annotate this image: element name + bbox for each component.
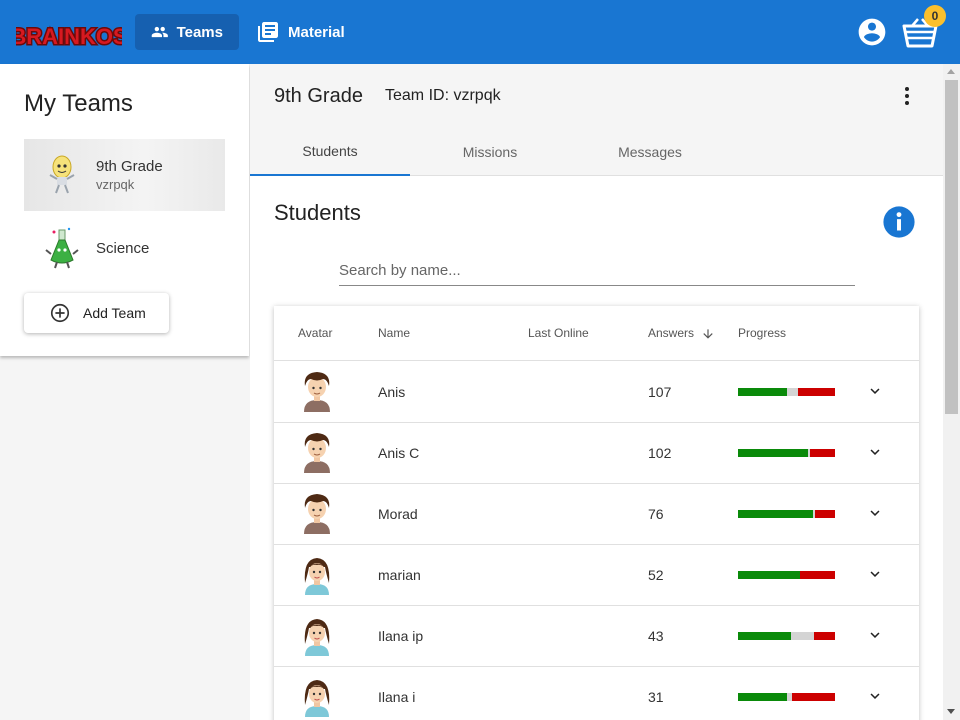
progress-correct <box>738 510 813 518</box>
library-books-icon <box>258 22 278 42</box>
add-team-label: Add Team <box>83 305 146 321</box>
add-team-button[interactable]: Add Team <box>24 293 169 333</box>
lightbulb-mascot-icon <box>49 155 75 194</box>
people-icon <box>151 26 168 38</box>
tab-messages[interactable]: Messages <box>570 128 730 176</box>
progress-correct <box>738 449 808 457</box>
app-bar: BRAINKOS Teams Material 0 <box>0 0 960 64</box>
progress-wrong <box>800 571 835 579</box>
svg-text:BRAINKOS: BRAINKOS <box>16 24 122 49</box>
girl-avatar-icon <box>304 619 330 656</box>
nav-teams-button[interactable]: Teams <box>135 14 239 50</box>
team-detail-panel: 9th Grade Team ID: vzrpqk Students Missi… <box>250 64 943 720</box>
progress-bar <box>738 388 835 396</box>
expand-more-icon[interactable] <box>866 443 884 461</box>
girl-avatar-icon <box>304 680 330 717</box>
table-row[interactable]: Anis C 102 <box>274 423 919 484</box>
team-id-label: Team ID: vzrpqk <box>385 87 501 104</box>
team-tabs: Students Missions Messages <box>250 128 943 176</box>
student-name: Ilana ip <box>378 628 424 644</box>
tab-missions[interactable]: Missions <box>410 128 570 176</box>
column-last-online[interactable]: Last Online <box>528 326 589 340</box>
table-row[interactable]: Morad 76 <box>274 484 919 545</box>
progress-correct <box>738 632 792 640</box>
account-circle-icon[interactable] <box>856 16 888 48</box>
tab-students[interactable]: Students <box>250 128 410 176</box>
scroll-thumb[interactable] <box>945 80 958 414</box>
team-name: Science <box>96 239 150 257</box>
progress-correct <box>738 693 787 701</box>
page-scrollbar[interactable] <box>943 64 960 720</box>
team-item-9th-grade[interactable]: 9th Grade vzrpqk <box>24 139 225 211</box>
progress-correct <box>738 388 787 396</box>
student-answers: 102 <box>648 445 672 461</box>
student-answers: 52 <box>648 567 664 583</box>
table-row[interactable]: marian 52 <box>274 545 919 606</box>
progress-wrong <box>814 510 835 518</box>
table-row[interactable]: Ilana i 31 <box>274 667 919 720</box>
more-vert-icon[interactable] <box>895 84 919 108</box>
info-icon[interactable] <box>882 205 916 239</box>
column-avatar: Avatar <box>298 326 333 340</box>
progress-bar <box>738 693 835 701</box>
table-row[interactable]: Ilana ip 43 <box>274 606 919 667</box>
progress-wrong <box>813 632 835 640</box>
team-title: 9th Grade <box>274 85 363 107</box>
progress-bar <box>738 449 835 457</box>
student-answers: 31 <box>648 689 664 705</box>
expand-more-icon[interactable] <box>866 687 884 705</box>
table-header: Avatar Name Last Online Answers Progress <box>274 306 919 361</box>
progress-wrong <box>809 449 835 457</box>
nav-material-label: Material <box>288 23 345 41</box>
brainkos-logo[interactable]: BRAINKOS <box>16 14 122 52</box>
boy-avatar-icon <box>304 494 330 534</box>
team-name: 9th Grade <box>96 158 163 175</box>
column-answers-sort[interactable]: Answers <box>648 326 715 341</box>
scroll-down-arrow-icon[interactable] <box>947 709 955 714</box>
progress-neutral <box>786 388 799 396</box>
search-input[interactable] <box>339 256 855 286</box>
student-name: Ilana i <box>378 689 416 705</box>
add-circle-outline-icon <box>50 303 70 323</box>
team-header: 9th Grade Team ID: vzrpqk <box>250 64 943 128</box>
student-name: marian <box>378 567 421 583</box>
arrow-downward-icon <box>703 329 714 339</box>
student-name: Anis <box>378 384 406 400</box>
student-answers: 43 <box>648 628 664 644</box>
student-answers: 107 <box>648 384 672 400</box>
progress-wrong <box>798 388 835 396</box>
progress-neutral <box>791 632 814 640</box>
student-name: Anis C <box>378 445 420 461</box>
nav-teams-label: Teams <box>176 23 223 41</box>
team-code: vzrpqk <box>96 177 135 192</box>
table-row[interactable]: Anis 107 <box>274 362 919 423</box>
column-answers: Answers <box>648 326 695 340</box>
expand-more-icon[interactable] <box>866 382 884 400</box>
girl-avatar-icon <box>304 558 330 595</box>
boy-avatar-icon <box>304 372 330 412</box>
progress-bar <box>738 510 835 518</box>
column-progress[interactable]: Progress <box>738 326 786 340</box>
progress-bar <box>738 632 835 640</box>
team-item-science[interactable]: Science <box>24 212 225 284</box>
student-answers: 76 <box>648 506 664 522</box>
progress-bar <box>738 571 835 579</box>
progress-wrong <box>792 693 835 701</box>
my-teams-title: My Teams <box>24 90 133 117</box>
expand-more-icon[interactable] <box>866 626 884 644</box>
cart-count-badge: 0 <box>924 5 946 27</box>
boy-avatar-icon <box>304 433 330 473</box>
column-name[interactable]: Name <box>378 326 410 340</box>
flask-mascot-icon <box>45 227 79 269</box>
progress-correct <box>738 571 801 579</box>
scroll-up-arrow-icon[interactable] <box>947 69 955 74</box>
students-heading: Students <box>274 200 361 225</box>
my-teams-panel: My Teams 9th Grade vzrpqk Science Add Te… <box>0 64 249 356</box>
nav-material-button[interactable]: Material <box>240 14 361 50</box>
student-name: Morad <box>378 506 418 522</box>
expand-more-icon[interactable] <box>866 504 884 522</box>
expand-more-icon[interactable] <box>866 565 884 583</box>
students-table: Avatar Name Last Online Answers Progress… <box>274 306 919 720</box>
